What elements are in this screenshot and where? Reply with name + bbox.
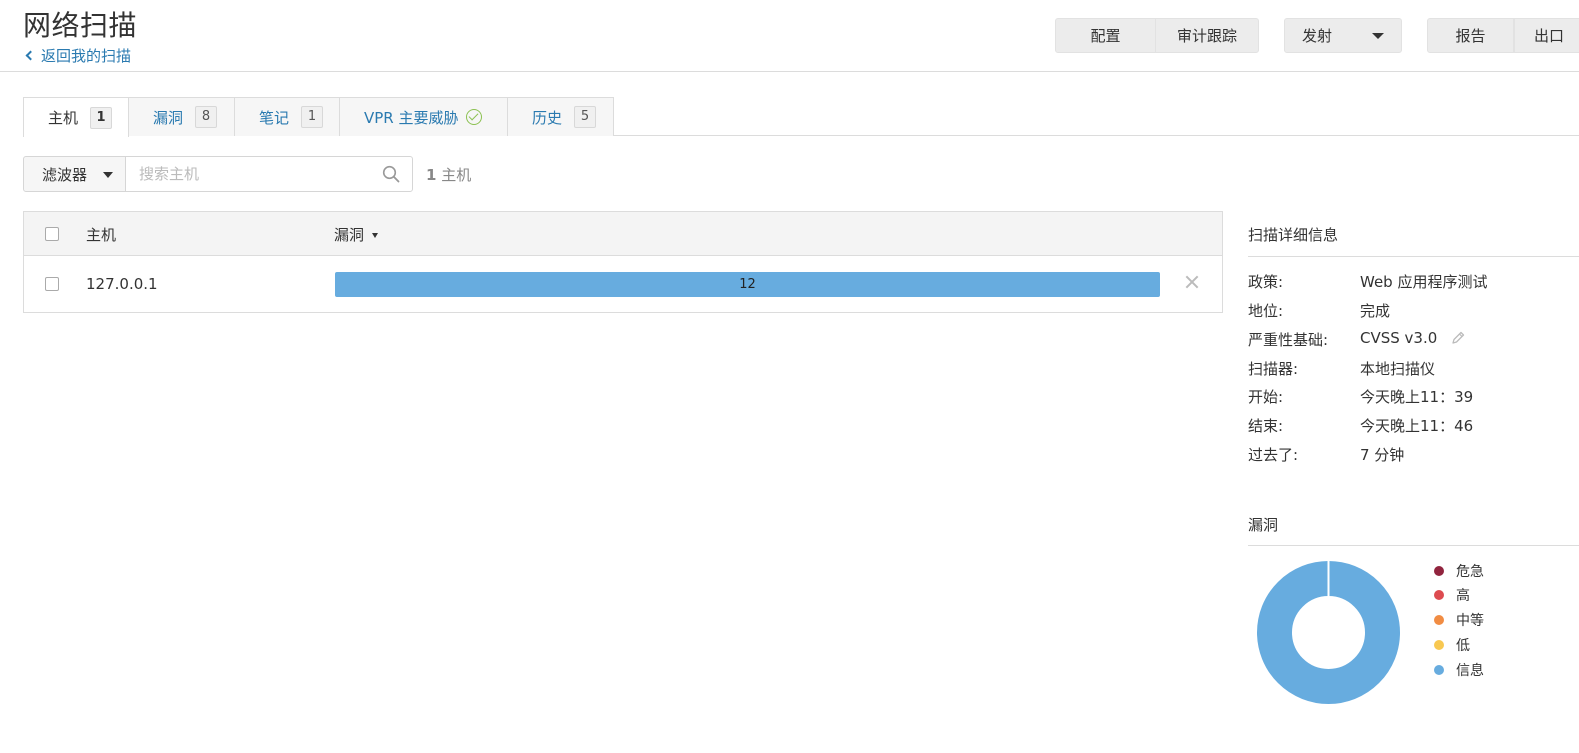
legend-item-high[interactable]: 高 <box>1434 585 1470 605</box>
table-header: 主机 漏洞 <box>24 212 1222 256</box>
tab-label: 历史 <box>532 108 563 127</box>
back-to-scans-link[interactable]: 返回我的扫描 <box>25 45 131 66</box>
vulnerabilities-chart-title: 漏洞 <box>1248 516 1279 534</box>
vulnerability-bar[interactable]: 12 <box>335 272 1160 297</box>
legend-item-critical[interactable]: 危急 <box>1434 561 1484 581</box>
legend-item-info[interactable]: 信息 <box>1434 660 1484 680</box>
column-header-label: 漏洞 <box>334 226 365 244</box>
legend-label: 信息 <box>1456 663 1484 679</box>
legend-label: 高 <box>1456 588 1470 604</box>
tab-history[interactable]: 历史 5 <box>507 97 614 136</box>
legend-dot-low <box>1434 640 1444 650</box>
chevron-left-icon <box>25 50 36 61</box>
vulnerabilities-chart-divider <box>1248 545 1579 546</box>
launch-button[interactable]: 发射 <box>1284 18 1402 53</box>
detail-label-end: 结束: <box>1248 417 1284 435</box>
tab-label: 漏洞 <box>153 108 184 127</box>
legend-item-low[interactable]: 低 <box>1434 635 1470 655</box>
detail-label-scanner: 扫描器: <box>1248 360 1299 378</box>
hosts-table: 主机 漏洞 127.0.0.1 12 <box>23 211 1223 313</box>
vulnerability-count: 12 <box>739 277 756 292</box>
caret-down-icon <box>103 172 113 178</box>
detail-value-scanner: 本地扫描仪 <box>1360 360 1436 378</box>
tab-count-badge: 5 <box>574 106 597 128</box>
legend-dot-medium <box>1434 615 1444 625</box>
legend-label: 中等 <box>1456 613 1484 629</box>
search-icon[interactable] <box>382 165 400 183</box>
detail-value-status: 完成 <box>1360 302 1391 320</box>
tab-count-badge: 8 <box>195 106 218 128</box>
tab-vpr-top-threats[interactable]: VPR 主要威胁 <box>339 97 508 136</box>
filter-label: 滤波器 <box>42 165 88 184</box>
config-button[interactable]: 配置 <box>1055 18 1156 53</box>
tab-label: VPR 主要威胁 <box>364 108 459 127</box>
host-count-label: 主机 <box>441 166 472 184</box>
tab-count-badge: 1 <box>301 106 324 128</box>
tab-label: 主机 <box>48 109 79 127</box>
detail-value-elapsed: 7 分钟 <box>1360 446 1405 464</box>
legend-dot-critical <box>1434 566 1444 576</box>
legend-dot-info <box>1434 665 1444 675</box>
report-button[interactable]: 报告 <box>1427 18 1514 53</box>
tab-vulnerabilities[interactable]: 漏洞 8 <box>128 97 235 136</box>
detail-label-status: 地位: <box>1248 302 1284 320</box>
legend-label: 低 <box>1456 638 1470 654</box>
caret-down-icon <box>1372 33 1384 39</box>
tab-notes[interactable]: 笔记 1 <box>234 97 340 136</box>
vulnerabilities-donut-chart[interactable] <box>1256 560 1401 705</box>
header-divider <box>0 71 1579 72</box>
host-ip[interactable]: 127.0.0.1 <box>86 275 158 293</box>
detail-label-policy: 政策: <box>1248 273 1284 291</box>
sort-desc-icon <box>372 233 379 238</box>
back-link-label: 返回我的扫描 <box>41 47 132 65</box>
page-title: 网络扫描 <box>23 9 138 42</box>
select-all-checkbox[interactable] <box>45 227 59 241</box>
legend-label: 危急 <box>1456 564 1484 580</box>
legend-dot-high <box>1434 590 1444 600</box>
tab-count-badge: 1 <box>90 106 113 129</box>
close-icon[interactable] <box>1184 274 1200 290</box>
detail-value-start: 今天晚上11：39 <box>1360 388 1474 406</box>
launch-button-label: 发射 <box>1302 27 1333 45</box>
detail-value-severity-base: CVSS v3.0 <box>1360 329 1438 347</box>
tab-hosts[interactable]: 主机 1 <box>23 97 129 137</box>
column-header-vulnerabilities[interactable]: 漏洞 <box>334 224 379 245</box>
legend-item-medium[interactable]: 中等 <box>1434 610 1484 630</box>
scan-details-divider <box>1248 256 1579 257</box>
column-header-host[interactable]: 主机 <box>86 224 116 245</box>
scan-details-title: 扫描详细信息 <box>1248 226 1339 244</box>
host-count-number: 1 <box>426 166 437 184</box>
detail-value-end: 今天晚上11：46 <box>1360 417 1474 435</box>
table-row[interactable]: 127.0.0.1 12 <box>24 257 1222 312</box>
host-count: 1 主机 <box>426 164 471 185</box>
check-circle-icon <box>465 109 482 125</box>
row-checkbox[interactable] <box>45 277 59 291</box>
filter-dropdown-button[interactable]: 滤波器 <box>23 156 126 192</box>
detail-label-elapsed: 过去了: <box>1248 446 1299 464</box>
tab-label: 笔记 <box>259 108 290 127</box>
detail-label-start: 开始: <box>1248 388 1284 406</box>
pencil-icon[interactable] <box>1450 330 1466 346</box>
audit-trail-button[interactable]: 审计跟踪 <box>1155 18 1259 53</box>
detail-value-policy: Web 应用程序测试 <box>1360 273 1488 291</box>
search-hosts-input[interactable] <box>125 156 413 192</box>
export-button[interactable]: 出口 <box>1514 18 1579 53</box>
detail-label-severity-base: 严重性基础: <box>1248 331 1329 349</box>
